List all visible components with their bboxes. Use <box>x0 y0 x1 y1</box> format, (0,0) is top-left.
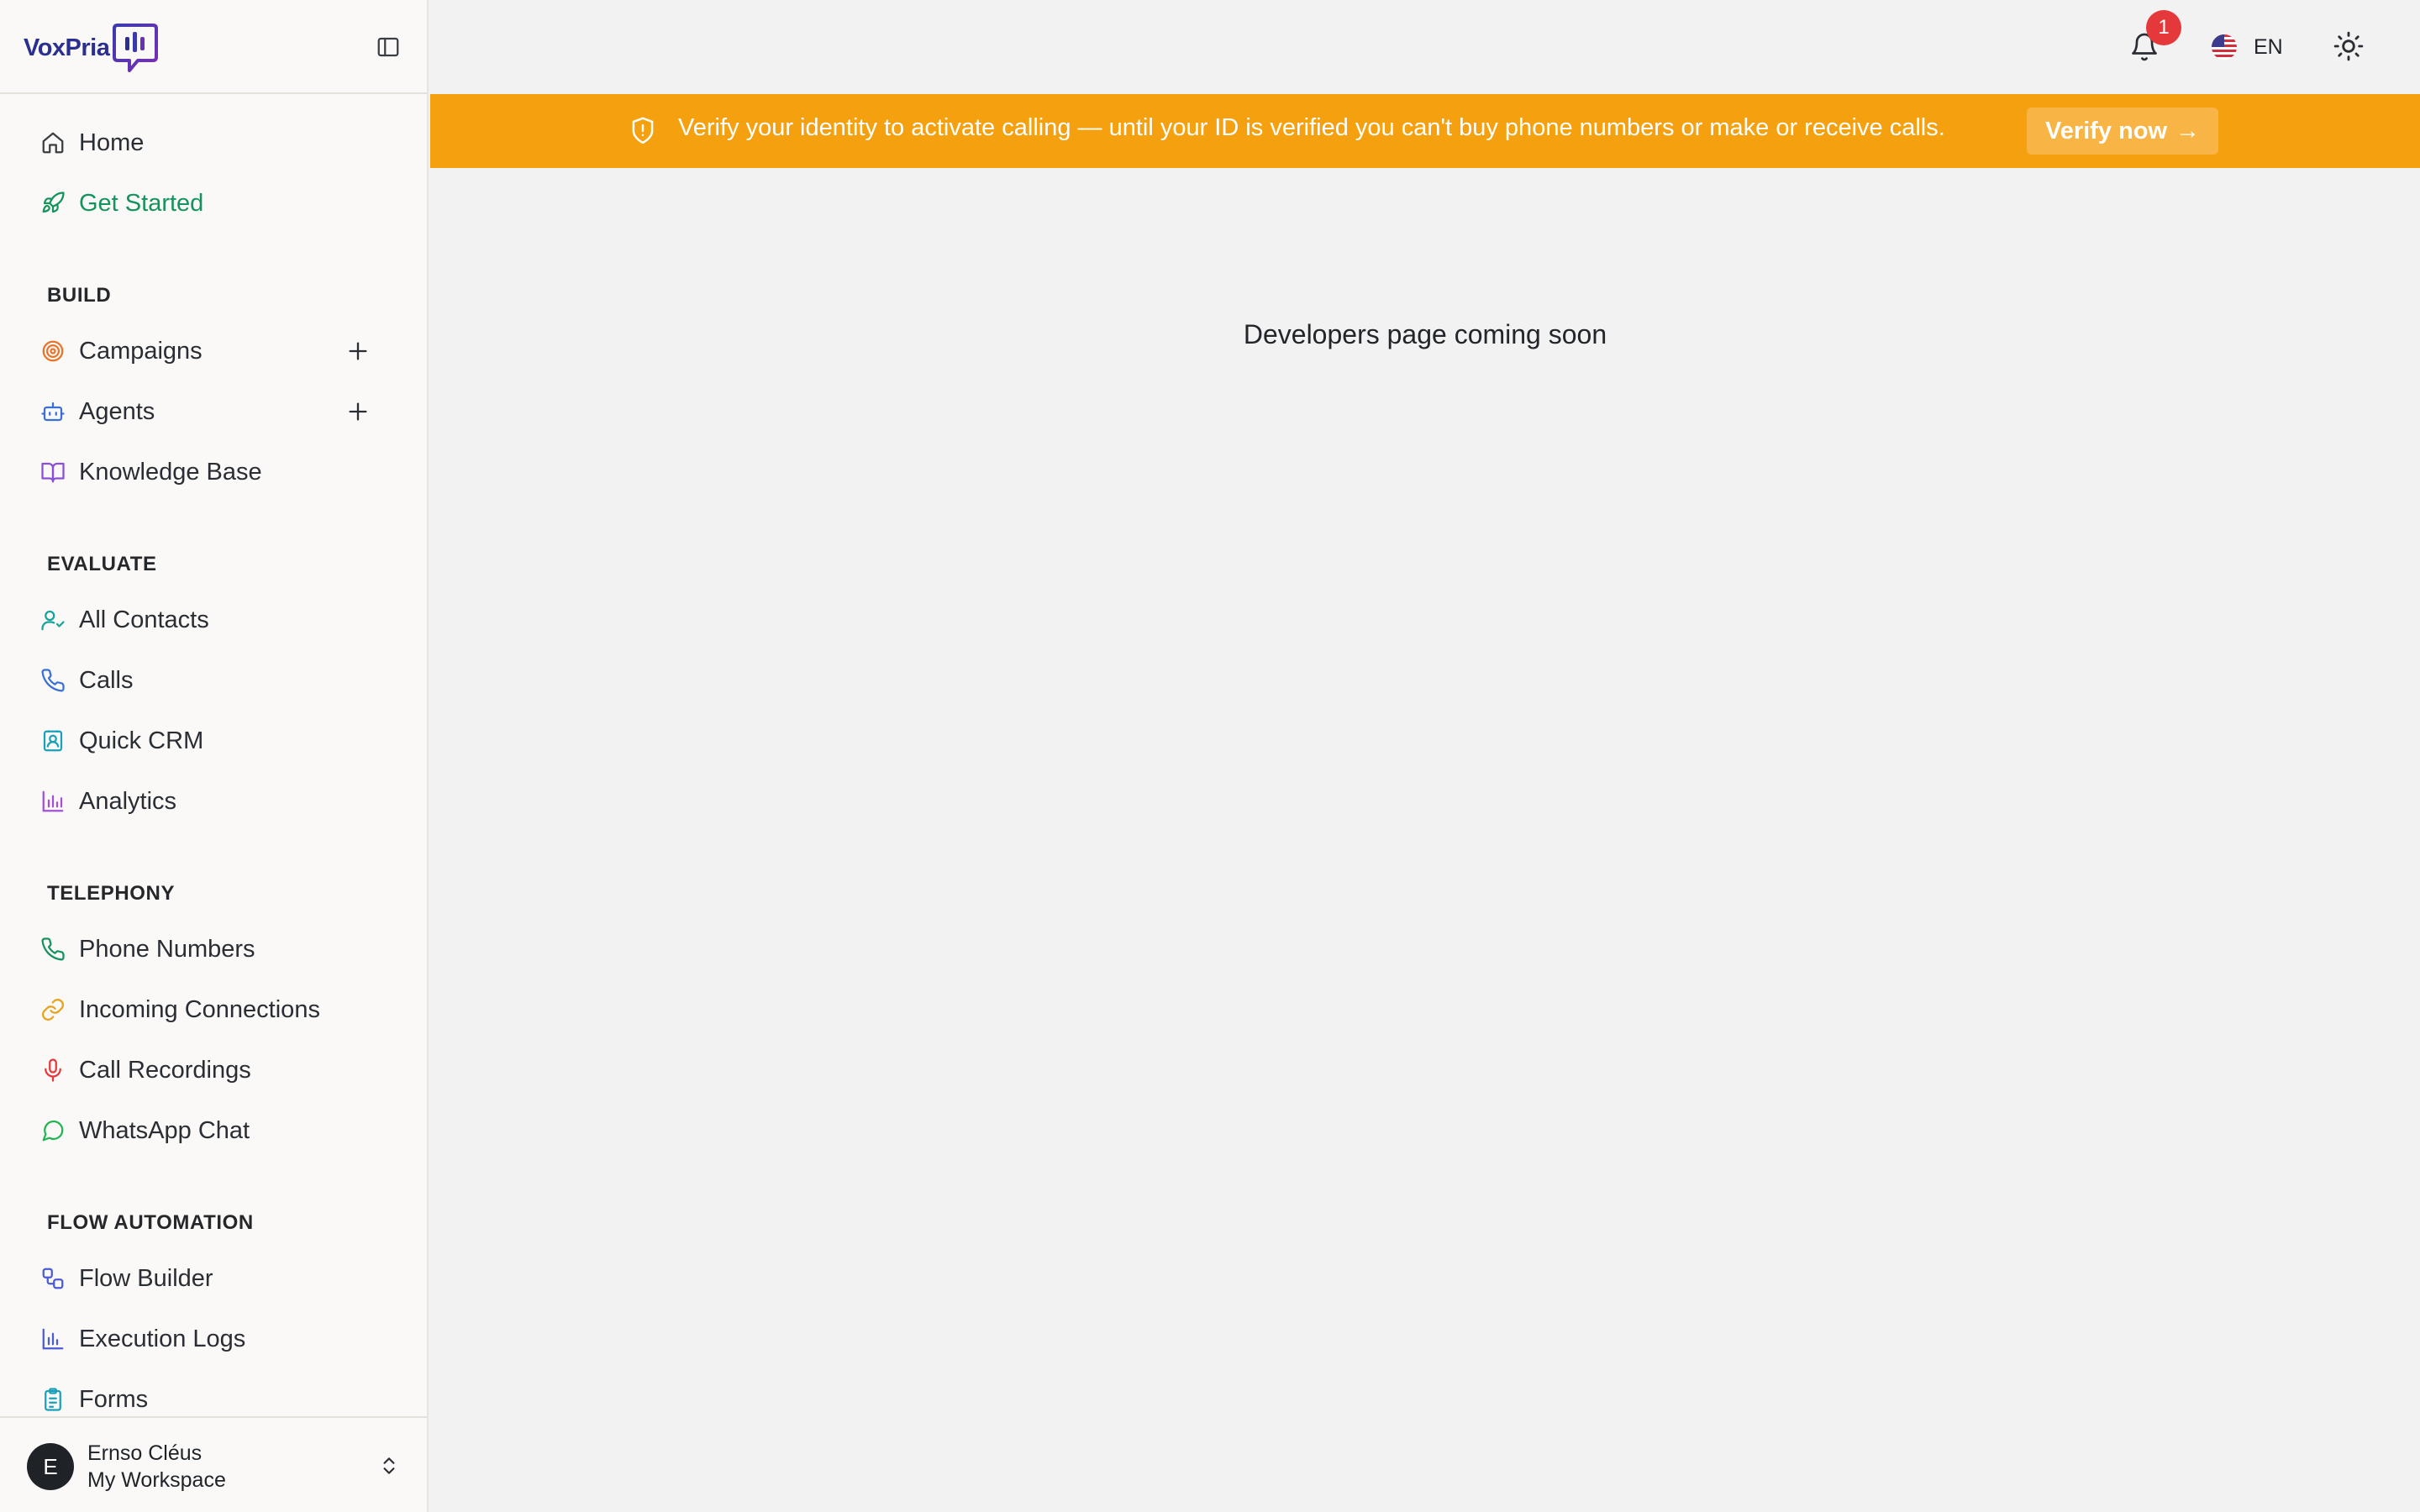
us-flag-icon <box>2212 34 2237 60</box>
avatar: E <box>27 1443 74 1490</box>
sidebar-item-label: Get Started <box>79 189 204 217</box>
plus-icon <box>349 402 367 421</box>
sidebar-item-campaigns[interactable]: Campaigns <box>39 330 203 372</box>
sidebar-item-label: Flow Builder <box>79 1264 213 1292</box>
phone-icon <box>39 935 67 963</box>
rocket-icon <box>39 189 67 218</box>
sidebar-item-knowledge-base[interactable]: Knowledge Base <box>39 451 262 493</box>
plus-icon <box>349 342 367 360</box>
sidebar-item-label: WhatsApp Chat <box>79 1116 250 1144</box>
verify-now-label: Verify now <box>2044 117 2168 144</box>
book-open-icon <box>39 458 67 486</box>
notification-badge: 1 <box>2146 10 2181 45</box>
top-bar <box>430 0 2420 94</box>
user-name: Ernso Cléus <box>87 1441 203 1465</box>
sidebar-collapse-button[interactable] <box>373 32 403 62</box>
sidebar-item-label: Calls <box>79 666 134 694</box>
sidebar-item-quick-crm[interactable]: Quick CRM <box>39 720 203 762</box>
sidebar-item-label: Quick CRM <box>79 727 204 754</box>
sidebar-item-whatsapp-chat[interactable]: WhatsApp Chat <box>39 1110 250 1152</box>
workspace-switcher[interactable]: E Ernso Cléus My Workspace <box>0 1416 427 1512</box>
brand-logo-text: VoxPria <box>24 34 110 61</box>
contact-card-icon <box>39 727 67 755</box>
sidebar-nav: Home Get Started BUILD Campaigns Agents … <box>0 96 427 1416</box>
workflow-icon <box>39 1264 67 1293</box>
sidebar-item-analytics[interactable]: Analytics <box>39 780 176 822</box>
bot-icon <box>39 397 67 426</box>
sidebar: VoxPria Home Get Started BUILD Campaigns… <box>0 0 429 1512</box>
sun-icon <box>2333 31 2364 61</box>
sidebar-item-home[interactable]: Home <box>39 122 144 164</box>
target-icon <box>39 337 67 365</box>
sidebar-item-all-contacts[interactable]: All Contacts <box>39 599 209 641</box>
clipboard-list-icon <box>39 1385 67 1414</box>
banner-message: Verify your identity to activate calling… <box>678 114 1945 141</box>
workspace-name: My Workspace <box>87 1468 226 1492</box>
app-root: VoxPria Home Get Started BUILD Campaigns… <box>0 0 2420 1512</box>
add-campaign-button[interactable] <box>341 334 375 368</box>
sidebar-item-flow-builder[interactable]: Flow Builder <box>39 1257 213 1299</box>
microphone-icon <box>39 1056 67 1084</box>
sidebar-item-forms[interactable]: Forms <box>39 1378 148 1416</box>
sidebar-item-phone-numbers[interactable]: Phone Numbers <box>39 928 255 970</box>
sidebar-item-get-started[interactable]: Get Started <box>39 182 203 224</box>
phone-icon <box>39 666 67 695</box>
verification-banner: Verify your identity to activate calling… <box>430 94 2420 168</box>
sidebar-item-label: Forms <box>79 1385 149 1413</box>
bar-chart-icon <box>39 787 67 816</box>
sidebar-header: VoxPria <box>0 0 427 94</box>
add-agent-button[interactable] <box>341 395 375 428</box>
coming-soon-message: Developers page coming soon <box>1243 319 1607 349</box>
section-title-flow-automation: FLOW AUTOMATION <box>47 1211 254 1234</box>
bar-chart-icon <box>39 1325 67 1353</box>
sidebar-item-calls[interactable]: Calls <box>39 659 133 701</box>
logo-mark-icon <box>113 24 159 72</box>
sidebar-item-label: Home <box>79 129 145 156</box>
sidebar-item-agents[interactable]: Agents <box>39 391 155 433</box>
sidebar-item-call-recordings[interactable]: Call Recordings <box>39 1049 251 1091</box>
sidebar-item-label: All Contacts <box>79 606 209 633</box>
sidebar-item-incoming-connections[interactable]: Incoming Connections <box>39 989 320 1031</box>
verify-now-button[interactable]: Verify now → <box>2027 108 2218 155</box>
home-icon <box>39 129 67 157</box>
panel-left-icon <box>377 37 399 57</box>
sidebar-item-label: Knowledge Base <box>79 458 262 486</box>
arrow-right-icon: → <box>2175 117 2201 144</box>
chevrons-up-down-icon <box>375 1452 403 1480</box>
link-icon <box>39 995 67 1024</box>
sidebar-item-execution-logs[interactable]: Execution Logs <box>39 1318 245 1360</box>
sidebar-item-label: Phone Numbers <box>79 935 255 963</box>
language-code: EN <box>2254 34 2283 59</box>
section-title-build: BUILD <box>47 284 112 307</box>
sidebar-item-label: Call Recordings <box>79 1056 251 1084</box>
message-circle-icon <box>39 1116 67 1145</box>
section-title-telephony: TELEPHONY <box>47 882 176 905</box>
sidebar-item-label: Execution Logs <box>79 1325 246 1352</box>
section-title-evaluate: EVALUATE <box>47 553 157 575</box>
user-check-icon <box>39 606 67 634</box>
brand-logo[interactable]: VoxPria <box>24 22 160 74</box>
sidebar-item-label: Analytics <box>79 787 177 815</box>
sidebar-item-label: Campaigns <box>79 337 203 365</box>
sidebar-item-label: Incoming Connections <box>79 995 320 1023</box>
theme-toggle-button[interactable] <box>2333 30 2365 62</box>
sidebar-item-label: Agents <box>79 397 155 425</box>
shield-alert-icon <box>632 117 654 144</box>
language-selector[interactable]: EN <box>2210 30 2283 64</box>
